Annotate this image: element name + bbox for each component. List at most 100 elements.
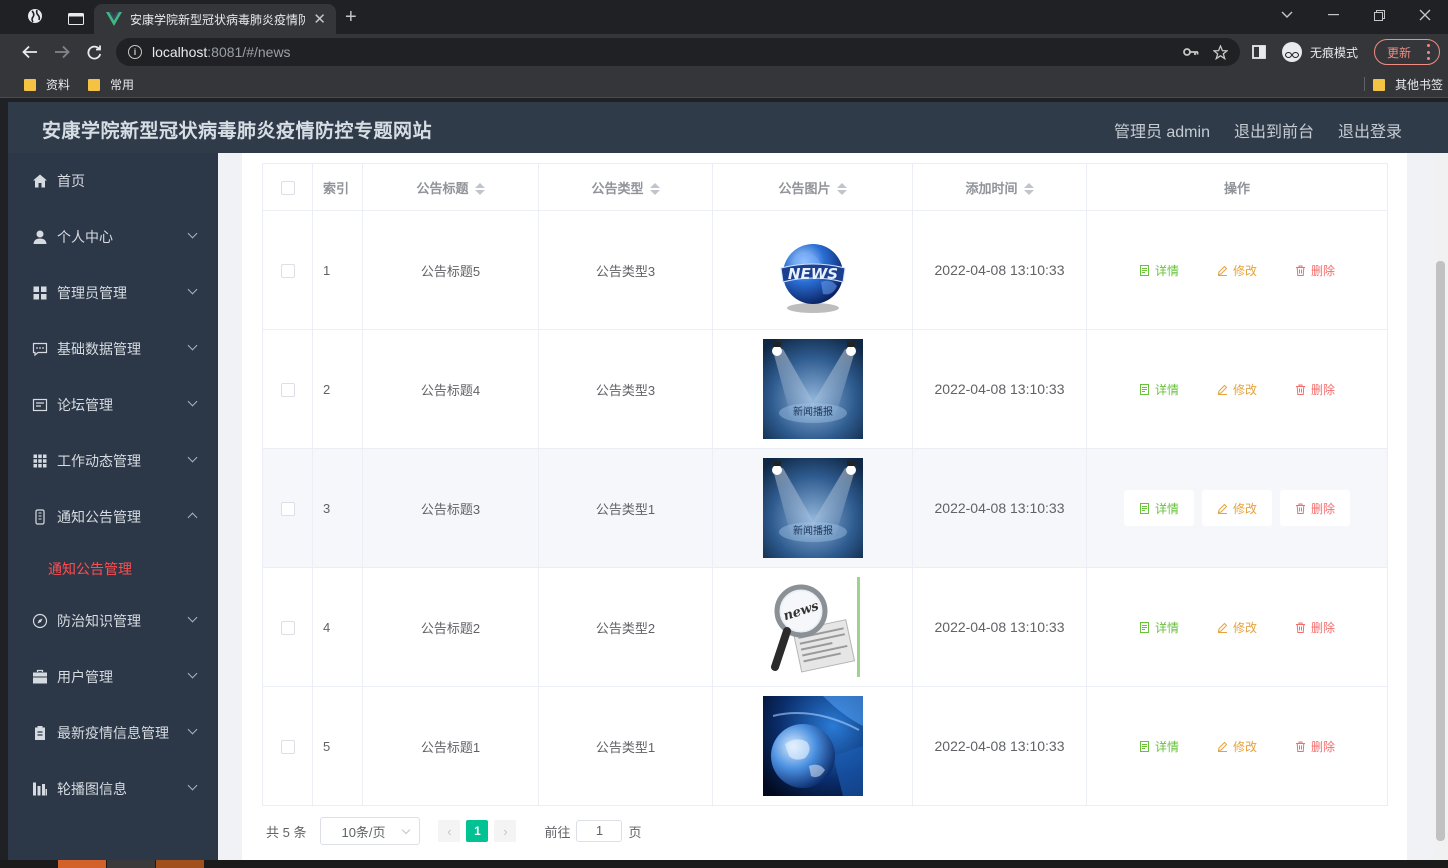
delete-button[interactable]: 删除 [1280,728,1350,764]
bookmark-folder-2[interactable]: 常用 [88,76,134,93]
delete-button[interactable]: 删除 [1280,490,1351,526]
page-size-select[interactable]: 10条/页 [320,817,421,845]
delete-button[interactable]: 删除 [1280,609,1350,645]
next-page-button[interactable]: › [494,820,517,842]
other-bookmarks[interactable]: 其他书签 [1373,76,1443,93]
trash-icon [1296,265,1305,276]
reload-icon[interactable] [82,40,106,64]
detail-button[interactable]: 详情 [1124,728,1194,764]
exit-to-front-link[interactable]: 退出到前台 [1234,118,1314,142]
sort-caret-icon[interactable] [836,183,847,196]
select-all-checkbox[interactable] [280,180,295,195]
new-tab-plus-icon[interactable]: + [345,6,357,28]
browser-tab-bar: 安康学院新型冠状病毒肺炎疫情防控专题网站 ✕ + [0,0,1448,34]
browser-toolbar: i localhost:8081/#/news 无痕模式 更新 [0,34,1448,70]
detail-button[interactable]: 详情 [1124,252,1194,288]
address-bar[interactable]: i localhost:8081/#/news [116,38,1240,66]
goto-page-input[interactable]: 1 [576,820,623,842]
edit-button[interactable]: 修改 [1202,609,1272,645]
edit-button[interactable]: 修改 [1202,371,1272,407]
header-label: 索引 [323,180,350,196]
folder-icon [88,78,100,91]
sort-caret-icon[interactable] [649,183,660,196]
tab-active[interactable]: 安康学院新型冠状病毒肺炎疫情防控专题网站 ✕ [94,4,336,34]
broadcast-text: 新闻播报 [793,405,833,418]
tab-inactive[interactable] [58,4,94,34]
row-checkbox[interactable] [280,382,295,397]
incognito-indicator[interactable]: 无痕模式 [1282,40,1358,64]
delete-label: 删除 [1311,620,1336,635]
key-icon[interactable] [1183,47,1199,57]
row-checkbox[interactable] [280,620,295,635]
url-text[interactable]: localhost:8081/#/news [152,44,291,60]
sidebar-group-carousel[interactable]: 轮播图信息 [8,761,218,817]
back-arrow-icon[interactable] [18,40,42,64]
edit-button[interactable]: 修改 [1202,728,1272,764]
header-time[interactable]: 添加时间 [912,163,1087,211]
sidebar-item-label: 工作动态管理 [57,453,141,469]
app-header: 安康学院新型冠状病毒肺炎疫情防控专题网站 管理员 admin 退出到前台 退出登… [8,102,1448,153]
sidebar-group-admin[interactable]: 管理员管理 [8,265,218,321]
main-content: 索引 公告标题 公告类型 公告图片 添加时间 操作 1 公告标题5 公告类型3 [242,153,1407,868]
sidebar-group-forum[interactable]: 论坛管理 [8,377,218,433]
row-checkbox[interactable] [280,263,295,278]
detail-button[interactable]: 详情 [1124,371,1194,407]
sidebar-subitem-notice-management[interactable]: 通知公告管理 [8,545,218,593]
sidebar-group-basic-data[interactable]: 基础数据管理 [8,321,218,377]
sidebar-item-home[interactable]: 首页 [8,153,218,209]
sidebar-group-work-news[interactable]: 工作动态管理 [8,433,218,489]
sidebar-group-prevention[interactable]: 防治知识管理 [8,593,218,649]
table-header-row: 索引 公告标题 公告类型 公告图片 添加时间 操作 [262,163,1388,211]
minimize-icon[interactable] [1310,0,1356,30]
sort-caret-icon[interactable] [1023,183,1034,196]
forward-arrow-icon[interactable] [50,40,74,64]
pencil-icon [1217,622,1228,633]
pagination-total: 共 5 条 [266,824,307,840]
table-row: 1 公告标题5 公告类型3 NEWS 2022-04-08 13:10:33 详… [262,210,1388,330]
taskbar-app[interactable] [58,860,106,868]
prev-page-button[interactable]: ‹ [438,820,461,842]
logout-link[interactable]: 退出登录 [1338,118,1402,142]
row-checkbox[interactable] [280,501,295,516]
header-image[interactable]: 公告图片 [712,163,913,211]
incognito-icon [1282,42,1302,62]
sort-caret-icon[interactable] [474,183,485,196]
edit-button[interactable]: 修改 [1201,490,1272,526]
tab-search-chevron-icon[interactable] [1264,0,1310,30]
row-title: 公告标题3 [362,448,539,568]
side-panel-icon[interactable] [1252,45,1266,59]
page-scrollbar[interactable] [1433,153,1448,868]
globe-icon[interactable] [27,8,43,24]
detail-button[interactable]: 详情 [1124,609,1194,645]
taskbar-app[interactable] [107,860,155,868]
sidebar-group-personal[interactable]: 个人中心 [8,209,218,265]
close-window-icon[interactable] [1402,0,1448,30]
row-checkbox[interactable] [280,739,295,754]
restore-icon[interactable] [1356,0,1402,30]
document-icon [1139,383,1149,395]
sidebar-group-epidemic-info[interactable]: 最新疫情信息管理 [8,705,218,761]
edit-button[interactable]: 修改 [1202,252,1272,288]
sidebar-item-label: 论坛管理 [57,397,113,413]
taskbar-app[interactable] [156,860,204,868]
header-title[interactable]: 公告标题 [362,163,539,211]
edit-label: 修改 [1232,501,1257,516]
header-type[interactable]: 公告类型 [538,163,713,211]
page-number-current[interactable]: 1 [466,820,489,842]
delete-button[interactable]: 删除 [1280,252,1350,288]
row-type: 公告类型1 [538,448,713,568]
bookmark-folder-1[interactable]: 资料 [24,76,70,93]
header-select-all[interactable] [262,163,313,211]
sidebar-group-users[interactable]: 用户管理 [8,649,218,705]
sidebar-group-notice[interactable]: 通知公告管理 [8,489,218,545]
detail-button[interactable]: 详情 [1123,490,1194,526]
star-bookmark-icon[interactable] [1213,44,1228,60]
update-button[interactable]: 更新 [1374,39,1440,65]
site-info-icon[interactable]: i [128,45,142,59]
sidebar-item-label: 个人中心 [57,229,113,245]
delete-button[interactable]: 删除 [1280,371,1350,407]
document-icon [1139,621,1149,633]
tab-close-icon[interactable]: ✕ [313,10,326,28]
scrollbar-thumb[interactable] [1436,261,1445,841]
row-actions: 详情 修改 删除 [1086,448,1388,568]
